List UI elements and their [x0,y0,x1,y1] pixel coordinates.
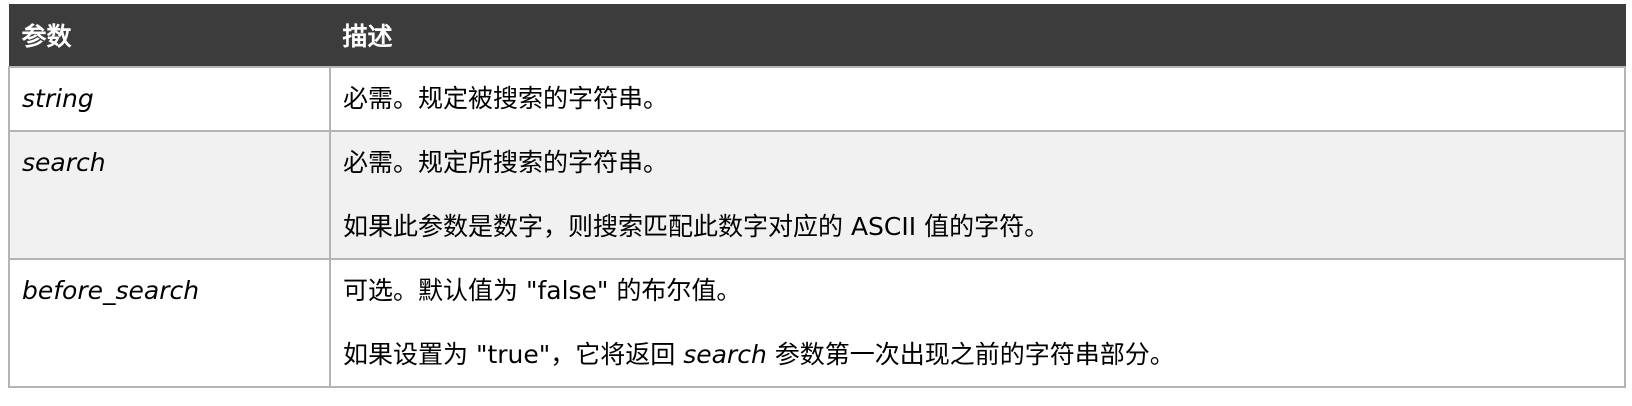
table-row-string: string 必需。规定被搜索的字符串。 [8,65,1626,132]
param-name: before_search [22,275,200,305]
description-text-part: 如果设置为 "true"，它将返回 [343,339,684,369]
param-name: search [22,147,106,177]
parameter-table: 参数 描述 string 必需。规定被搜索的字符串。 search 必需。规定所… [8,4,1626,388]
description-text: 必需。规定被搜索的字符串。 [343,83,669,113]
param-name: string [22,83,94,113]
description-text: 如果此参数是数字，则搜索匹配此数字对应的 ASCII 值的字符。 [343,211,1050,241]
header-description: 描述 [329,4,1626,67]
param-cell: search [8,129,331,260]
param-cell: string [8,65,331,132]
description-text: 必需。规定所搜索的字符串。 [343,147,669,177]
table-row-search: search 必需。规定所搜索的字符串。 如果此参数是数字，则搜索匹配此数字对应… [8,129,1626,260]
description-cell: 必需。规定所搜索的字符串。 如果此参数是数字，则搜索匹配此数字对应的 ASCII… [329,129,1626,260]
param-cell: before_search [8,257,331,388]
description-text-part: 参数第一次出现之前的字符串部分。 [766,339,1175,369]
header-row: 参数 描述 [8,4,1626,67]
description-text: 如果设置为 "true"，它将返回 search 参数第一次出现之前的字符串部分… [343,340,1612,370]
header-param: 参数 [8,4,331,67]
description-cell: 必需。规定被搜索的字符串。 [329,65,1626,132]
description-text: 可选。默认值为 "false" 的布尔值。 [343,275,742,305]
description-cell: 可选。默认值为 "false" 的布尔值。 如果设置为 "true"，它将返回 … [329,257,1626,388]
table-row-before-search: before_search 可选。默认值为 "false" 的布尔值。 如果设置… [8,257,1626,388]
inline-param-reference: search [683,339,767,369]
table-header: 参数 描述 [8,4,1626,67]
